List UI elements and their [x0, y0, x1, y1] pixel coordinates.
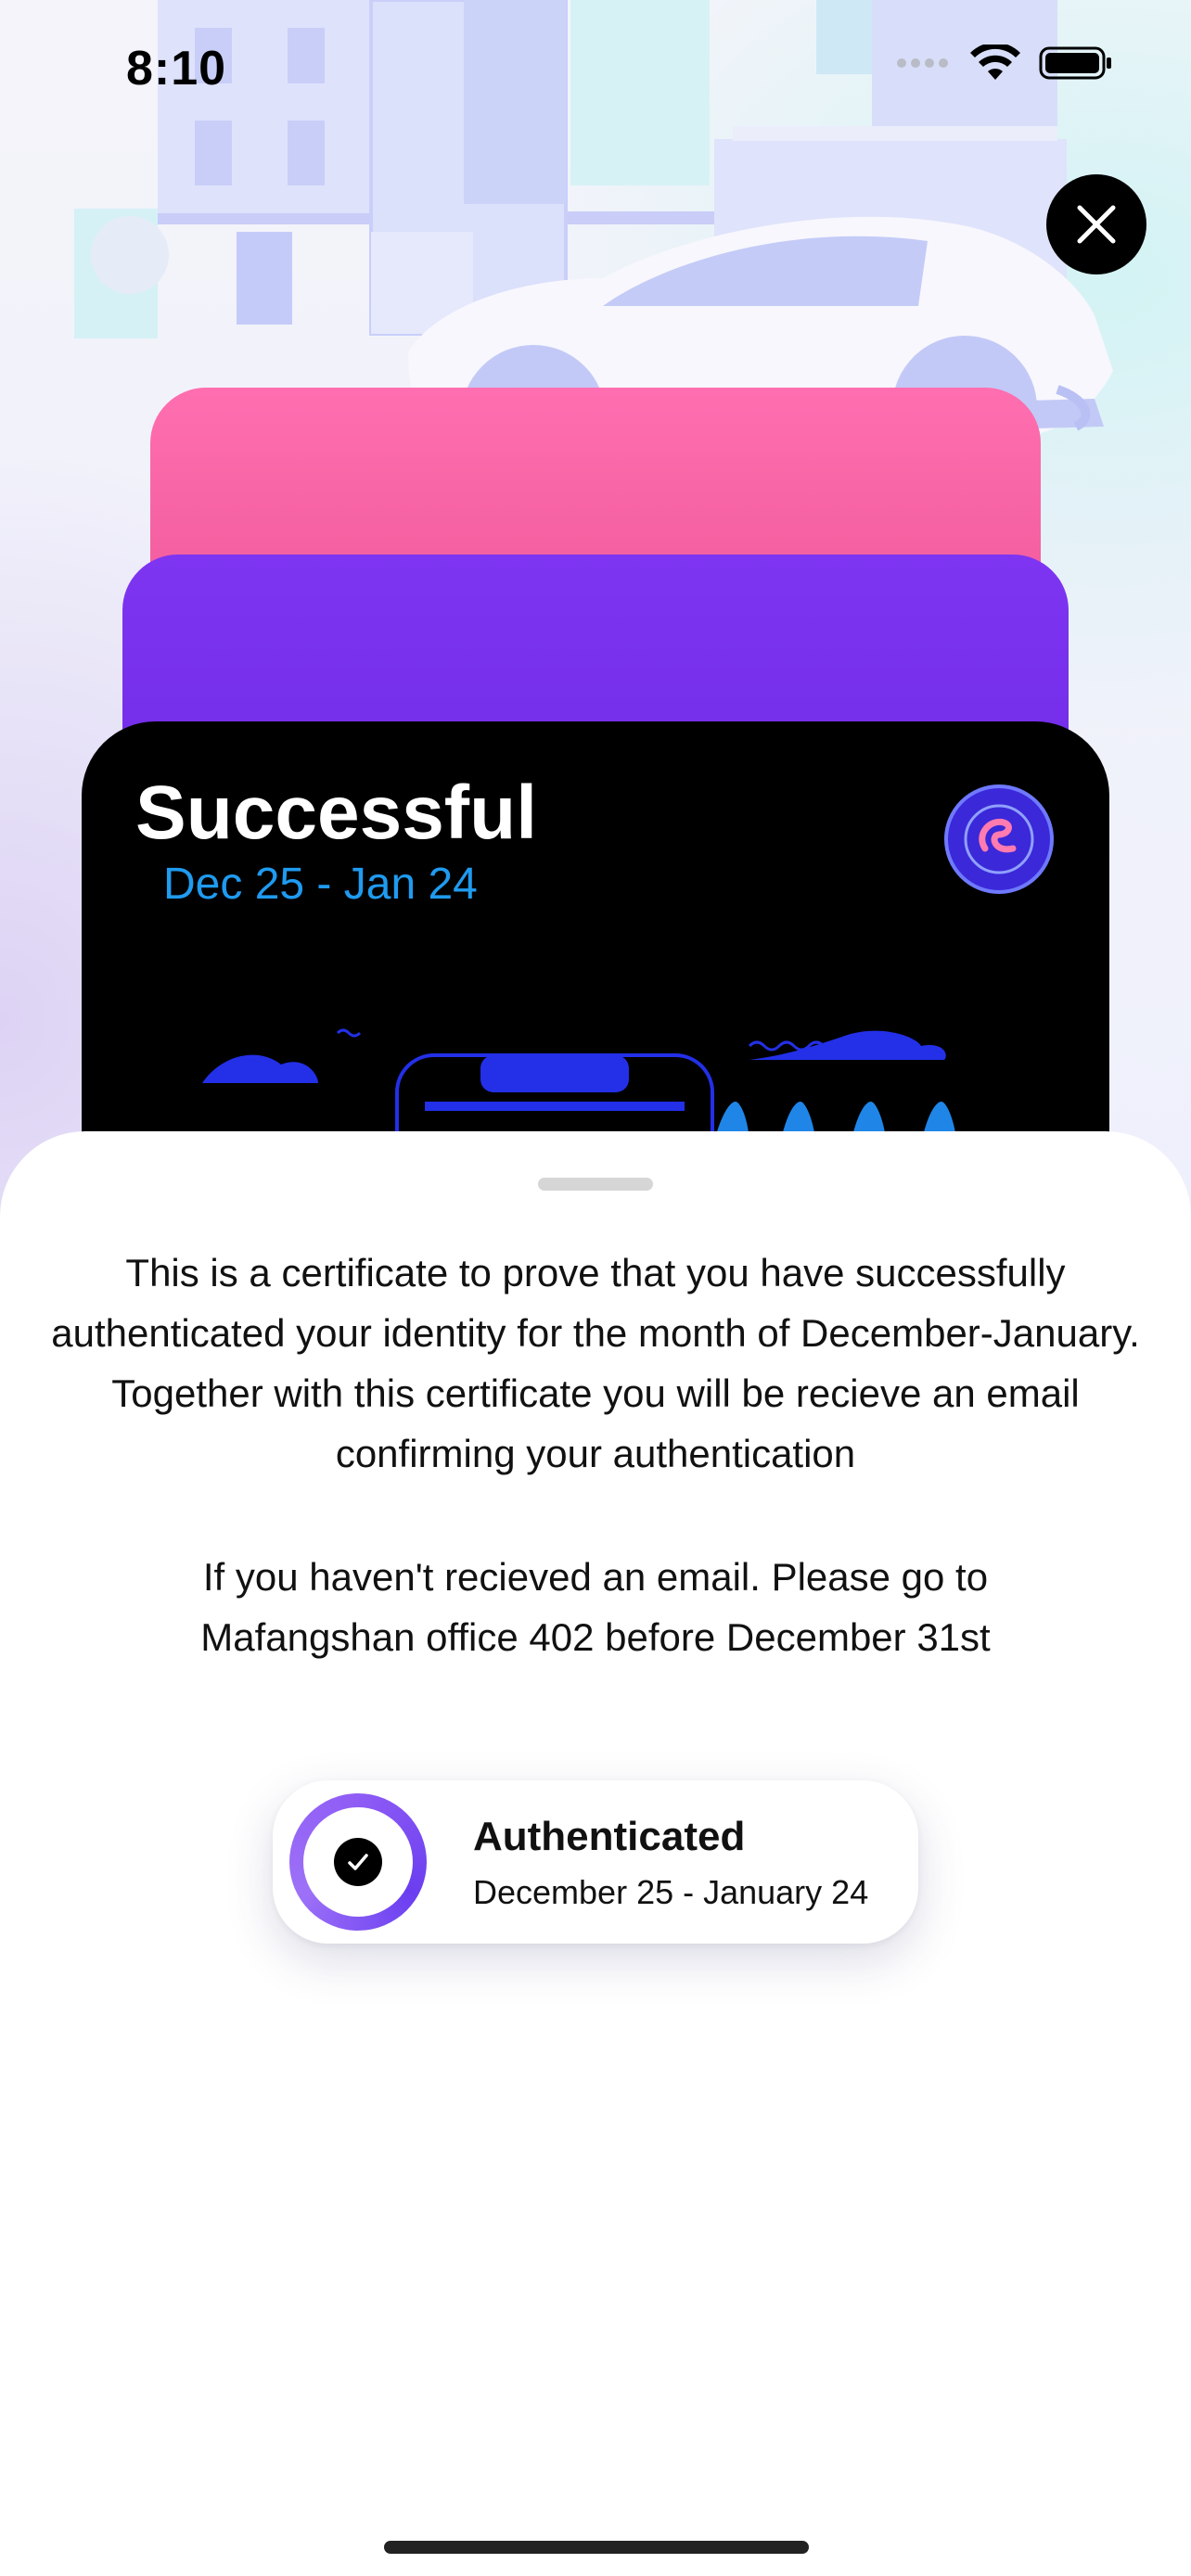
cellular-icon — [897, 58, 948, 68]
checkmark-icon — [334, 1838, 382, 1886]
close-icon — [1077, 205, 1116, 244]
close-button[interactable] — [1046, 174, 1146, 274]
office-instruction: If you haven't recieved an email. Please… — [200, 1555, 991, 1659]
wifi-icon — [970, 45, 1020, 80]
status-time: 8:10 — [126, 42, 227, 96]
bottom-sheet[interactable]: This is a certificate to prove that you … — [0, 1131, 1191, 2576]
authenticated-badge[interactable]: Authenticated December 25 - January 24 — [273, 1780, 918, 1944]
university-emblem-icon — [944, 784, 1054, 894]
card-title: Successful — [135, 771, 537, 855]
description-paragraph: Together with this certificate you will … — [111, 1371, 1080, 1475]
description-paragraph: This is a certificate to prove that you … — [51, 1251, 1140, 1355]
auth-date-range: December 25 - January 24 — [473, 1873, 869, 1911]
card-date-range: Dec 25 - Jan 24 — [163, 860, 478, 909]
home-indicator[interactable] — [384, 2541, 809, 2554]
battery-icon — [1039, 46, 1111, 80]
auth-progress-ring — [289, 1793, 427, 1931]
certificate-description: This is a certificate to prove that you … — [45, 1243, 1146, 1667]
sheet-grabber[interactable] — [538, 1178, 653, 1191]
status-icons — [896, 45, 1113, 82]
auth-title: Authenticated — [473, 1814, 746, 1859]
